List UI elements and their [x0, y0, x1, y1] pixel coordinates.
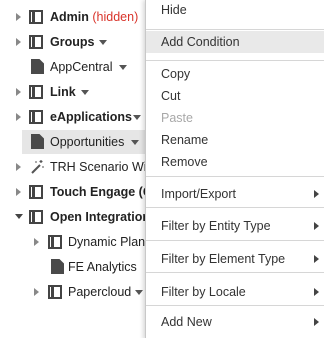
window-icon	[29, 210, 43, 224]
dropdown-caret-icon[interactable]	[135, 290, 143, 295]
menu-item-label: Filter by Entity Type	[161, 219, 271, 233]
tree-item-label: Open Integrations	[50, 210, 157, 224]
tree-item-opportunities[interactable]: Opportunities	[22, 130, 145, 154]
tree-item-label: AppCentral	[50, 60, 113, 74]
tree-item-trh-scenario[interactable]: TRH Scenario Wiz	[0, 155, 153, 179]
menu-separator	[146, 176, 324, 177]
menu-separator	[146, 272, 324, 273]
menu-item-cut[interactable]: Cut	[146, 85, 324, 107]
tree-item-papercloud[interactable]: Papercloud	[0, 280, 145, 304]
tree-item-link[interactable]: Link	[0, 80, 145, 104]
tree-item-label: eApplications	[50, 110, 132, 124]
menu-item-label: Filter by Element Type	[161, 252, 286, 266]
menu-item-hide[interactable]: Hide	[146, 0, 324, 21]
menu-item-label: Filter by Locale	[161, 285, 246, 299]
dropdown-caret-icon[interactable]	[81, 90, 89, 95]
tree-item-label: Dynamic Plann	[68, 235, 153, 249]
tree-item-fe-analytics[interactable]: FE Analytics	[0, 255, 145, 279]
submenu-arrow-icon	[314, 288, 319, 296]
menu-item-paste: Paste	[161, 111, 193, 125]
tree-item-admin[interactable]: Admin (hidden)	[0, 5, 145, 29]
magic-wand-icon	[31, 160, 44, 174]
page-icon	[31, 59, 44, 74]
window-icon	[48, 285, 62, 299]
menu-separator	[146, 240, 324, 241]
menu-item-add-new[interactable]: Add New	[146, 311, 324, 333]
tree-item-eapplications[interactable]: eApplications	[0, 105, 145, 129]
menu-item-copy[interactable]: Copy	[146, 63, 324, 85]
expand-arrow-icon[interactable]	[16, 113, 21, 121]
expand-arrow-icon[interactable]	[16, 188, 21, 196]
expand-arrow-icon[interactable]	[16, 38, 21, 46]
tree-item-groups[interactable]: Groups	[0, 30, 145, 54]
expand-arrow-icon[interactable]	[16, 13, 21, 21]
menu-separator	[146, 305, 324, 306]
tree-item-dynamic-planner[interactable]: Dynamic Plann	[0, 230, 152, 254]
tree-item-label: Opportunities	[50, 135, 125, 149]
context-menu: Hide Add Condition Copy Cut Paste Rename…	[145, 0, 324, 338]
submenu-arrow-icon	[314, 222, 319, 230]
tree-item-label: Admin	[50, 10, 89, 24]
page-icon	[31, 134, 44, 149]
submenu-arrow-icon	[314, 318, 319, 326]
submenu-arrow-icon	[314, 190, 319, 198]
menu-item-filter-element-type[interactable]: Filter by Element Type	[146, 248, 324, 270]
tree-item-label: Groups	[50, 35, 95, 49]
tree-item-label: FE Analytics	[68, 260, 137, 274]
tree-item-touch-engage[interactable]: Touch Engage (Gr	[0, 180, 157, 204]
tree-item-open-integrations[interactable]: Open Integrations	[0, 205, 157, 229]
submenu-arrow-icon	[314, 255, 319, 263]
menu-item-add-condition[interactable]: Add Condition	[146, 31, 324, 53]
dropdown-caret-icon[interactable]	[99, 40, 107, 45]
tree-item-label: Touch Engage (Gr	[50, 185, 158, 199]
window-icon	[48, 235, 62, 249]
tree-item-appcentral[interactable]: AppCentral	[0, 55, 145, 79]
window-icon	[29, 85, 43, 99]
hidden-badge: (hidden)	[92, 10, 139, 24]
menu-item-rename[interactable]: Rename	[146, 129, 324, 151]
menu-item-remove[interactable]: Remove	[146, 151, 324, 173]
menu-separator	[146, 60, 324, 61]
collapse-arrow-icon[interactable]	[15, 214, 23, 219]
dropdown-caret-icon[interactable]	[119, 65, 127, 70]
menu-item-filter-entity-type[interactable]: Filter by Entity Type	[146, 215, 324, 237]
menu-item-label: Import/Export	[161, 187, 237, 201]
menu-separator	[146, 29, 324, 30]
expand-arrow-icon[interactable]	[16, 88, 21, 96]
menu-item-import-export[interactable]: Import/Export	[146, 183, 324, 205]
window-icon	[29, 185, 43, 199]
tree-item-label: Papercloud	[68, 285, 132, 299]
menu-item-filter-locale[interactable]: Filter by Locale	[146, 281, 324, 303]
menu-item-label: Add New	[161, 315, 212, 329]
page-icon	[51, 259, 64, 274]
tree-item-label: TRH Scenario Wiz	[50, 160, 153, 174]
dropdown-caret-icon[interactable]	[131, 140, 139, 145]
window-icon	[29, 110, 43, 124]
dropdown-caret-icon[interactable]	[133, 115, 141, 120]
expand-arrow-icon[interactable]	[34, 288, 39, 296]
tree-item-label: Link	[50, 85, 76, 99]
menu-separator	[146, 207, 324, 208]
expand-arrow-icon[interactable]	[34, 238, 39, 246]
expand-arrow-icon[interactable]	[16, 163, 21, 171]
window-icon	[29, 35, 43, 49]
window-icon	[29, 10, 43, 24]
